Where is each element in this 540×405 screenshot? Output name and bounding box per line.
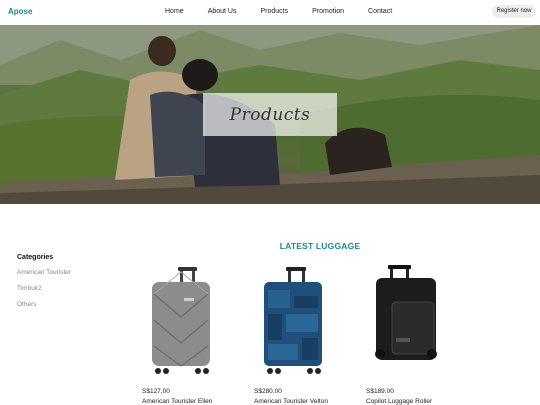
hero-title-box: Products [203, 93, 337, 136]
categories-heading: Categories [17, 254, 54, 261]
nav-contact[interactable]: Contact [368, 8, 392, 15]
hero-title: Products [229, 104, 311, 125]
product-price: S$189.00 [366, 388, 394, 395]
nav-home[interactable]: Home [165, 8, 184, 15]
product-name[interactable]: American Tourister Velton [254, 398, 328, 405]
product-card[interactable]: S$280.00 American Tourister Velton [254, 262, 359, 405]
main-nav: Home About Us Products Promotion Contact [165, 8, 416, 15]
nav-promotion[interactable]: Promotion [312, 8, 344, 15]
product-image-silver-suitcase[interactable] [142, 262, 247, 382]
nav-products[interactable]: Products [260, 8, 288, 15]
product-image-blue-suitcase[interactable] [254, 262, 359, 382]
product-price: S$280.00 [254, 388, 282, 395]
category-others[interactable]: Others [17, 301, 37, 308]
category-timbuk2[interactable]: Timbuk2 [17, 285, 42, 292]
product-price: S$127.00 [142, 388, 170, 395]
product-name[interactable]: Copilot Luggage Roller [366, 398, 432, 405]
site-logo[interactable]: Apose [8, 7, 32, 16]
hero-banner: Products [0, 25, 540, 204]
register-button[interactable]: Register now [492, 5, 536, 18]
product-card[interactable]: S$127.00 American Tourister Ellen [142, 262, 247, 405]
product-name[interactable]: American Tourister Ellen [142, 398, 212, 405]
product-image-black-roller[interactable] [366, 262, 471, 382]
product-card[interactable]: S$189.00 Copilot Luggage Roller [366, 262, 471, 405]
top-header: Apose Home About Us Products Promotion C… [0, 0, 540, 25]
nav-about-us[interactable]: About Us [208, 8, 237, 15]
category-american-tourister[interactable]: American Tourister [17, 269, 71, 276]
section-title: LATEST LUGGAGE [279, 241, 361, 251]
